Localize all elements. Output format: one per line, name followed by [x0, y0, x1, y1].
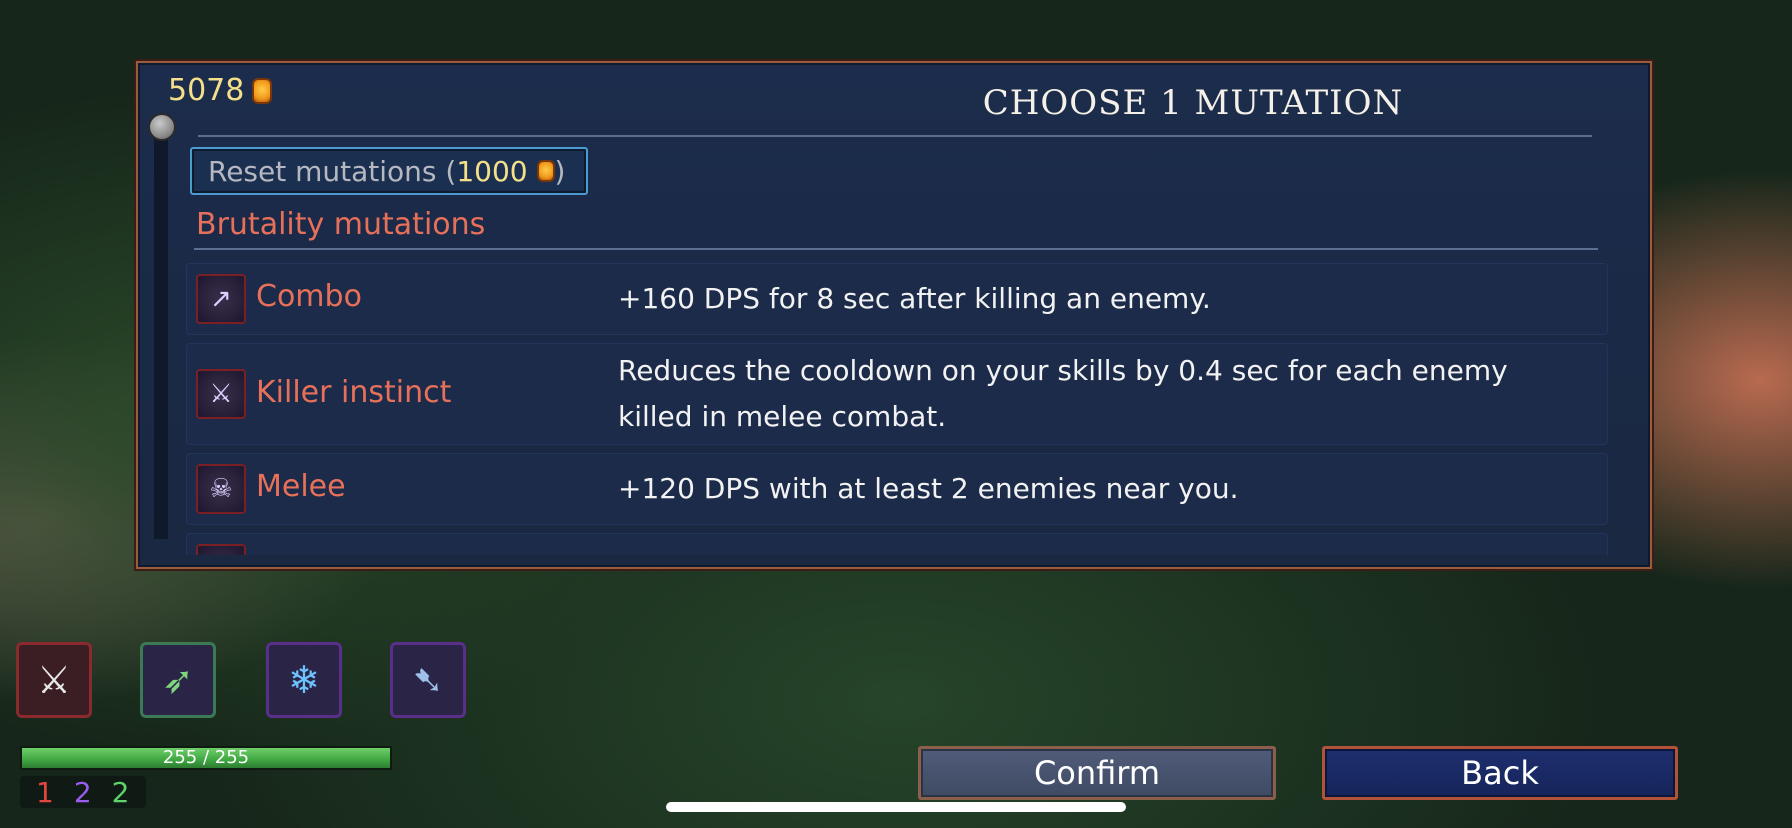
- coin-counter: 5078: [168, 73, 273, 108]
- coin-amount: 5078: [168, 73, 245, 108]
- stat-counters: 1 2 2: [20, 775, 146, 809]
- crossed-swords-icon: ⚔: [36, 658, 72, 702]
- shield-spear-icon: ➷: [412, 658, 444, 702]
- mutation-description: +120 DPS with at least 2 enemies near yo…: [618, 472, 1239, 505]
- mutation-name: Killer instinct: [256, 375, 452, 410]
- mutation-description: Reduces the cooldown on your skills by 0…: [618, 354, 1508, 433]
- scrollbar-track[interactable]: [154, 115, 168, 539]
- coin-icon: [252, 77, 273, 104]
- panel-title: CHOOSE 1 MUTATION: [982, 83, 1404, 123]
- mutation-description: +160 DPS for 8 sec after killing an enem…: [618, 282, 1211, 315]
- sword-creature-icon: ☠: [196, 464, 246, 514]
- mutation-name: Combo: [256, 279, 362, 314]
- ice-orb-icon: ❄: [288, 658, 320, 702]
- health-text: 255 / 255: [162, 747, 250, 768]
- survival-counter: 2: [111, 775, 130, 809]
- reset-mutations-button[interactable]: Reset mutations (1000 ): [190, 147, 588, 195]
- section-divider: [194, 248, 1598, 250]
- skill-slot-crossed-swords[interactable]: ⚔: [16, 642, 92, 718]
- skill-slot-ice-orb[interactable]: ❄: [266, 642, 342, 718]
- tactics-counter: 2: [73, 775, 92, 809]
- reset-suffix: ): [554, 154, 566, 188]
- mutation-row-melee[interactable]: ☠ Melee +120 DPS with at least 2 enemies…: [186, 453, 1608, 525]
- reset-label: Reset mutations (: [208, 154, 457, 188]
- confirm-button[interactable]: Confirm: [918, 746, 1276, 800]
- mutation-icon: [196, 544, 246, 555]
- skill-slot-bow[interactable]: ➶: [140, 642, 216, 718]
- mutation-row-combo[interactable]: ↗ Combo +160 DPS for 8 sec after killing…: [186, 263, 1608, 335]
- coin-icon: [536, 160, 555, 182]
- brutality-counter: 1: [36, 775, 54, 809]
- dagger-icon: ⚔: [196, 369, 246, 419]
- reset-cost: 1000: [456, 154, 528, 188]
- mutation-row-partial[interactable]: [186, 533, 1608, 555]
- crossbow-icon: ↗: [196, 274, 246, 324]
- title-divider: [198, 135, 1592, 137]
- mutation-name: Melee: [256, 469, 346, 504]
- mutation-list: ↗ Combo +160 DPS for 8 sec after killing…: [186, 263, 1608, 555]
- section-heading: Brutality mutations: [196, 207, 486, 242]
- skill-slot-shield-spear[interactable]: ➷: [390, 642, 466, 718]
- bow-icon: ➶: [162, 658, 194, 702]
- mutation-row-killer-instinct[interactable]: ⚔ Killer instinct Reduces the cooldown o…: [186, 343, 1608, 445]
- scrollbar-thumb[interactable]: [148, 113, 176, 141]
- health-bar: 255 / 255: [20, 746, 392, 770]
- home-indicator[interactable]: [666, 802, 1126, 812]
- mutation-panel: 5078 CHOOSE 1 MUTATION Reset mutations (…: [136, 61, 1652, 569]
- back-button[interactable]: Back: [1322, 746, 1678, 800]
